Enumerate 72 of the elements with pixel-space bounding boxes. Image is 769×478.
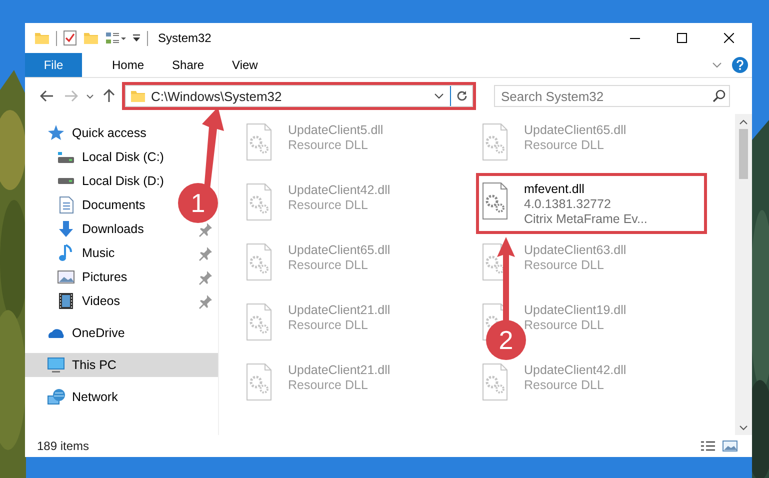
file-name: UpdateClient65.dll <box>524 123 626 137</box>
ribbon-tab[interactable]: View <box>232 53 258 77</box>
file-name: UpdateClient21.dll <box>288 363 390 377</box>
new-folder-icon <box>83 32 99 44</box>
ribbon-tab[interactable]: Share <box>172 53 204 77</box>
drive-icon <box>57 177 75 185</box>
nav-item[interactable]: Local Disk (D:) <box>25 169 170 193</box>
search-field[interactable]: Search System32 <box>494 85 730 107</box>
nav-item[interactable]: Quick access <box>25 121 152 145</box>
layout-icon <box>105 32 126 44</box>
forward-arrow-icon <box>64 90 78 102</box>
nav-item[interactable]: Pictures <box>25 265 134 289</box>
file-type: Resource DLL <box>288 198 369 212</box>
file-name: mfevent.dll <box>524 182 586 196</box>
up-arrow-icon <box>103 89 115 103</box>
file-name: UpdateClient21.dll <box>288 303 390 317</box>
nav-item[interactable]: Music <box>25 241 121 265</box>
download-icon <box>57 220 75 238</box>
address-field[interactable]: C:\Windows\System32 <box>125 85 473 107</box>
file-type: Resource DLL <box>524 258 605 272</box>
drive-icon <box>57 150 75 164</box>
close-icon <box>724 33 734 43</box>
star-icon <box>47 124 65 142</box>
nav-item[interactable]: Documents <box>25 193 152 217</box>
file-name: UpdateClient42.dll <box>524 363 626 377</box>
folder-icon <box>130 90 146 102</box>
ribbon-tab[interactable]: Home <box>112 53 144 77</box>
customize-caret-icon <box>132 34 141 42</box>
file-version: 4.0.1381.32772 <box>524 197 612 211</box>
file-name: UpdateClient63.dll <box>524 243 626 257</box>
file-type: Resource DLL <box>288 318 369 332</box>
file-description: Citrix MetaFrame Ev... <box>524 212 648 226</box>
scrollbar-thumb[interactable] <box>739 129 748 179</box>
large-icons-view-button[interactable] <box>722 439 738 453</box>
details-view-icon <box>700 440 716 452</box>
help-icon[interactable] <box>732 57 748 73</box>
file-name: UpdateClient5.dll <box>288 123 384 137</box>
folder-icon <box>34 32 50 44</box>
file-type: Resource DLL <box>288 138 369 152</box>
nav-item[interactable]: Network <box>25 385 124 409</box>
chevron-down-icon <box>86 94 94 98</box>
scroll-up-icon[interactable] <box>739 119 748 125</box>
checklist-icon <box>63 30 77 46</box>
scroll-down-icon[interactable] <box>739 425 748 431</box>
music-note-icon <box>57 244 75 262</box>
file-name: UpdateClient65.dll <box>288 243 390 257</box>
nav-item[interactable]: Videos <box>25 289 126 313</box>
maximize-icon <box>676 33 686 43</box>
expand-ribbon-icon <box>712 62 722 68</box>
document-icon <box>57 196 75 214</box>
file-type: Resource DLL <box>524 138 605 152</box>
details-view-button[interactable] <box>700 439 716 453</box>
file-menu-tab[interactable]: File <box>25 53 82 77</box>
file-type: Resource DLL <box>524 378 605 392</box>
large-icons-view-icon <box>722 440 738 452</box>
back-arrow-icon <box>40 90 54 102</box>
file-type: Resource DLL <box>288 258 369 272</box>
file-name: UpdateClient42.dll <box>288 183 390 197</box>
globe-icon <box>47 388 65 406</box>
search-icon <box>712 89 726 103</box>
nav-item[interactable]: Downloads <box>25 217 150 241</box>
nav-item[interactable]: This PC <box>25 353 218 377</box>
monitor-icon <box>47 356 65 374</box>
file-name: UpdateClient19.dll <box>524 303 626 317</box>
window-title: System32 <box>158 31 212 45</box>
picture-icon <box>57 268 75 286</box>
file-type: Resource DLL <box>288 378 369 392</box>
item-count: 189 items <box>37 439 90 453</box>
nav-item[interactable]: OneDrive <box>25 321 131 345</box>
nav-item[interactable]: Local Disk (C:) <box>25 145 170 169</box>
film-icon <box>57 292 75 310</box>
file-type: Resource DLL <box>524 318 605 332</box>
